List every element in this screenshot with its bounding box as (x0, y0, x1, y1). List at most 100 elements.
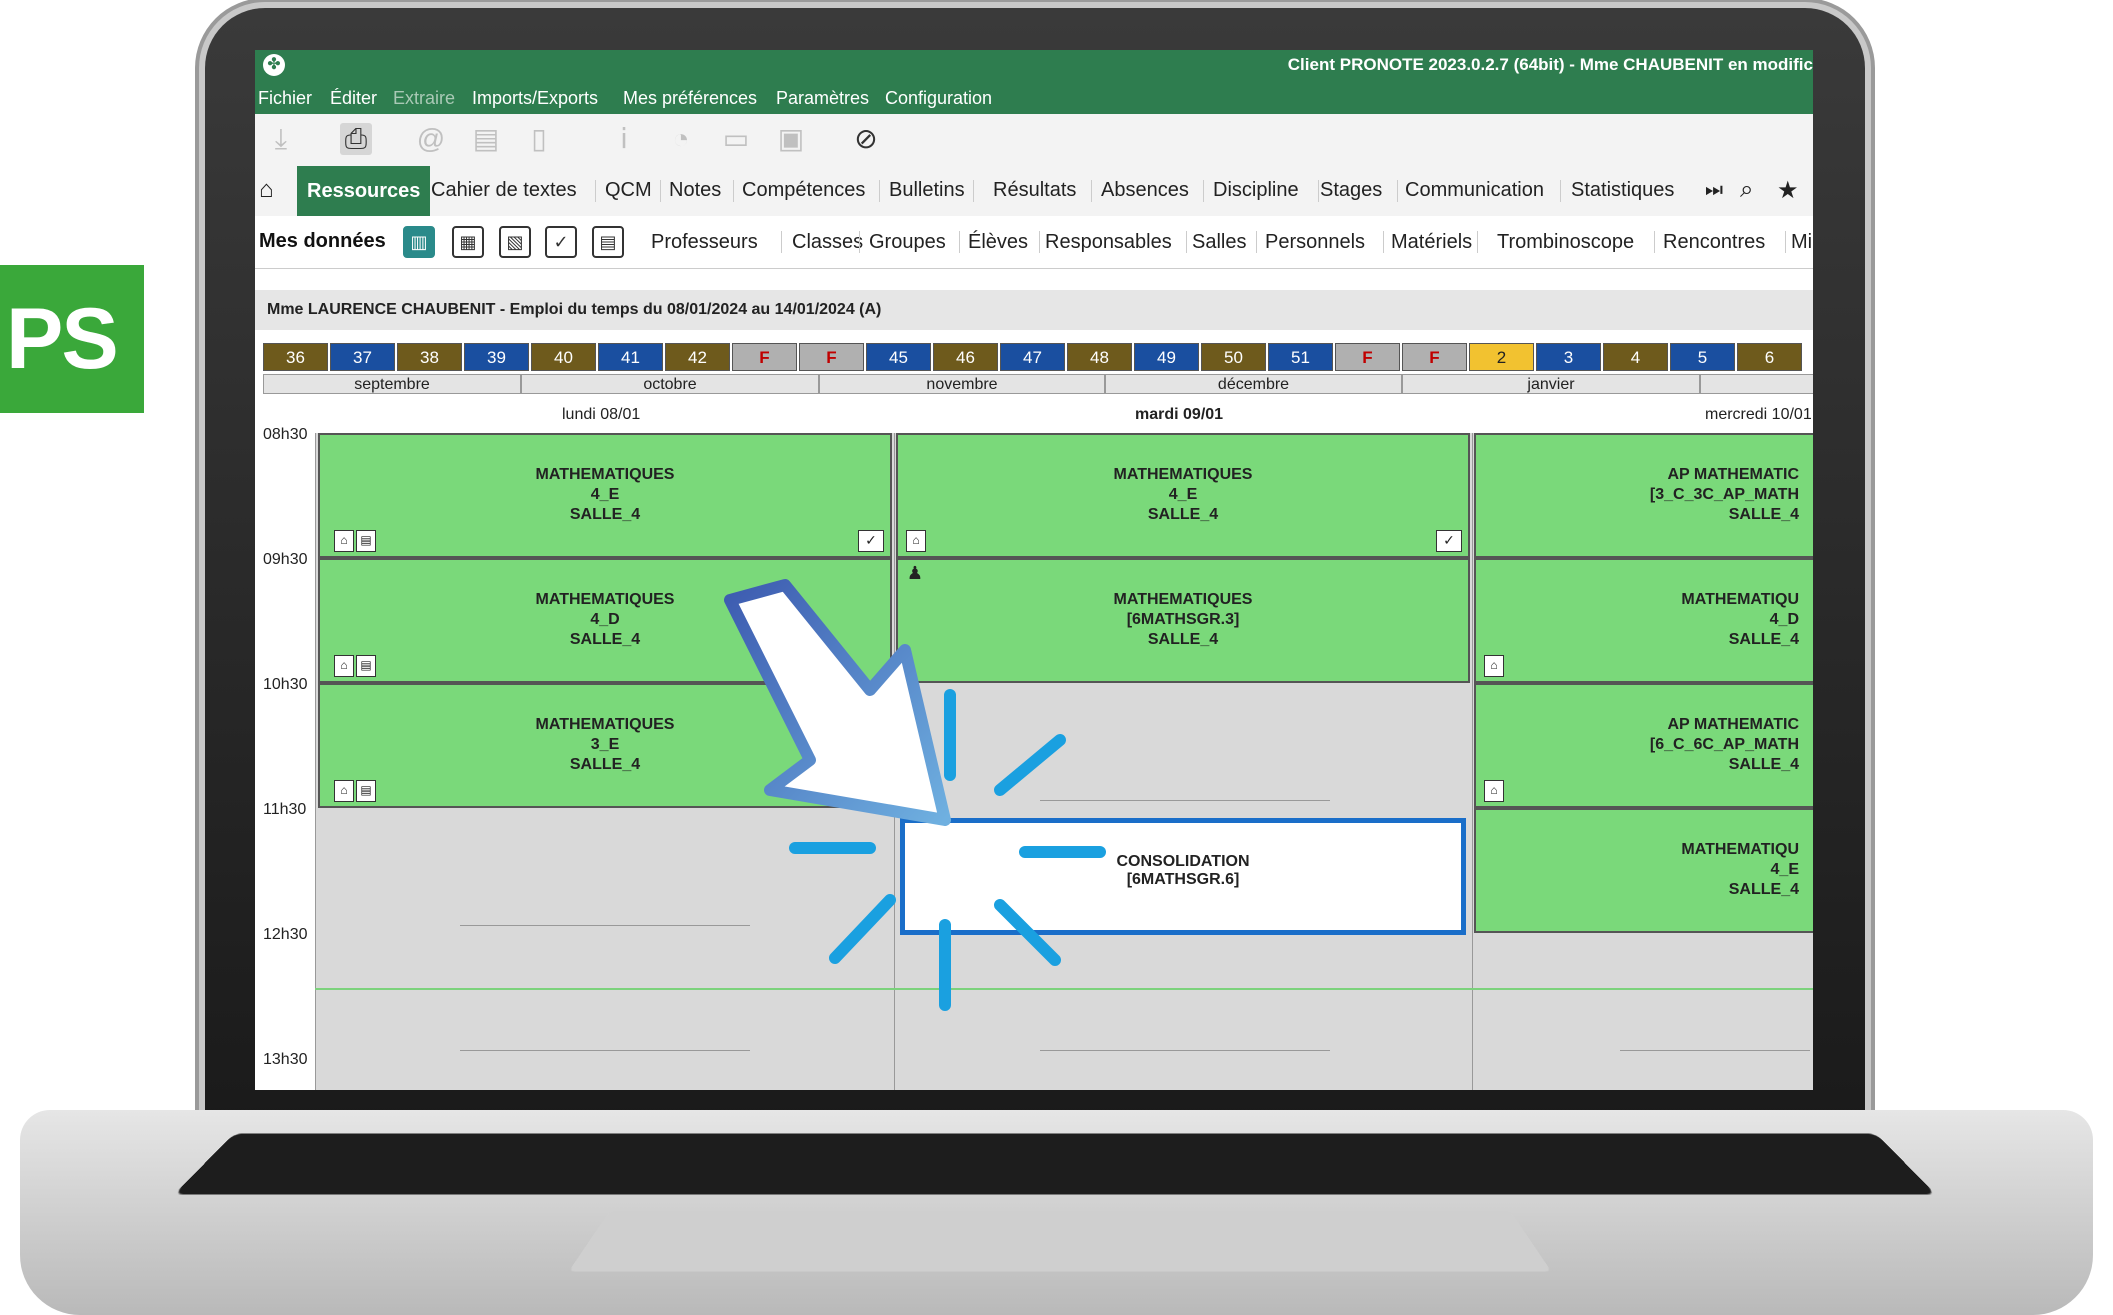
search-icon[interactable]: ⌕ (1740, 176, 1753, 204)
week-box-3[interactable]: 3 (1536, 343, 1601, 371)
week-box-41[interactable]: 41 (598, 343, 663, 371)
checklist-icon[interactable]: ✓ (545, 226, 577, 258)
tab-absences[interactable]: Absences (1101, 179, 1189, 202)
subtab-trombinoscope[interactable]: Trombinoscope (1497, 231, 1634, 254)
tab-statistiques[interactable]: Statistiques (1571, 179, 1674, 202)
message-icon[interactable]: ▭ (720, 123, 752, 155)
tab-resultats[interactable]: Résultats (993, 179, 1076, 202)
week-box-39[interactable]: 39 (464, 343, 529, 371)
subtab-responsables[interactable]: Responsables (1045, 231, 1172, 254)
document-icon[interactable]: ▤ (470, 123, 502, 155)
tab-competences[interactable]: Compétences (742, 179, 865, 202)
menu-mes-preferences[interactable]: Mes préférences (623, 88, 757, 109)
course-block[interactable]: MATHEMATIQU 4_D SALLE_4 ⌂ (1474, 558, 1813, 683)
empty-slot-line (460, 925, 750, 926)
week-box-37[interactable]: 37 (330, 343, 395, 371)
tab-communication[interactable]: Communication (1405, 179, 1544, 202)
course-block[interactable]: MATHEMATIQU 4_E SALLE_4 (1474, 808, 1813, 933)
week-box-48[interactable]: 48 (1067, 343, 1132, 371)
selected-course-consolidation[interactable]: CONSOLIDATION [6MATHSGR.6] (900, 818, 1466, 935)
week-box-51[interactable]: 51 (1268, 343, 1333, 371)
building-icon: ⌂ (334, 780, 354, 802)
menu-parametres[interactable]: Paramètres (776, 88, 869, 109)
day-header: mercredi 10/01 (1705, 406, 1812, 423)
sub-tabs: Mes données ▥ ▦ ▧ ✓ ▤ Professeurs Classe… (255, 216, 1813, 269)
tab-bulletins[interactable]: Bulletins (889, 179, 965, 202)
menu-configuration[interactable]: Configuration (885, 88, 992, 109)
week-box-F[interactable]: F (1335, 343, 1400, 371)
contact-card-icon[interactable]: ▤ (592, 226, 624, 258)
archive-icon[interactable]: ▣ (775, 123, 807, 155)
skip-end-icon[interactable]: ⏭ (1705, 179, 1723, 202)
subtab-more[interactable]: Mi (1791, 231, 1812, 254)
subtab-salles[interactable]: Salles (1192, 231, 1246, 254)
laptop-trackpad (568, 1210, 1552, 1272)
building-icon: ⌂ (334, 530, 354, 552)
course-block[interactable]: MATHEMATIQUES 3_E SALLE_4 ⌂ ▤ (318, 683, 892, 808)
day-header: mardi 09/01 (1135, 406, 1224, 423)
main-tabs: ⌂ Ressources Cahier de textes QCM Notes … (255, 166, 1813, 217)
print-icon[interactable]: ⎙ (340, 123, 372, 155)
subtab-personnels[interactable]: Personnels (1265, 231, 1365, 254)
week-box-40[interactable]: 40 (531, 343, 596, 371)
menu-editer[interactable]: Éditer (330, 88, 377, 109)
star-icon[interactable]: ★ (1777, 176, 1799, 205)
subtab-groupes[interactable]: Groupes (869, 231, 946, 254)
tab-stages[interactable]: Stages (1320, 179, 1382, 202)
time-label: 11h30 (263, 801, 307, 818)
week-box-36[interactable]: 36 (263, 343, 328, 371)
week-box-47[interactable]: 47 (1000, 343, 1065, 371)
tab-notes[interactable]: Notes (669, 179, 721, 202)
alert-icon[interactable]: ⊘ (850, 123, 882, 155)
building-icon: ⌂ (906, 530, 926, 552)
week-box-F[interactable]: F (799, 343, 864, 371)
week-box-6[interactable]: 6 (1737, 343, 1802, 371)
empty-slot-line (460, 1050, 750, 1051)
week-box-F[interactable]: F (732, 343, 797, 371)
course-block[interactable]: MATHEMATIQUES 4_E SALLE_4 ⌂ ▤ ✓ (318, 433, 892, 558)
course-block[interactable]: MATHEMATIQUES 4_D SALLE_4 ⌂ ▤ (318, 558, 892, 683)
week-box-45[interactable]: 45 (866, 343, 931, 371)
course-block[interactable]: ♟ MATHEMATIQUES [6MATHSGR.3] SALLE_4 (896, 558, 1470, 683)
week-box-49[interactable]: 49 (1134, 343, 1199, 371)
course-block[interactable]: AP MATHEMATIC [3_C_3C_AP_MATH SALLE_4 (1474, 433, 1813, 558)
subtab-eleves[interactable]: Élèves (968, 231, 1028, 254)
week-box-F[interactable]: F (1402, 343, 1467, 371)
week-box-38[interactable]: 38 (397, 343, 462, 371)
week-box-5[interactable]: 5 (1670, 343, 1735, 371)
mes-donnees-label[interactable]: Mes données (259, 230, 386, 253)
empty-slot-line (1620, 1050, 1810, 1051)
tab-qcm[interactable]: QCM (605, 179, 652, 202)
tab-discipline[interactable]: Discipline (1213, 179, 1299, 202)
week-box-50[interactable]: 50 (1201, 343, 1266, 371)
info-icon[interactable]: ⅰ (608, 123, 640, 155)
calendar-icon[interactable]: ▧ (499, 226, 531, 258)
week-box-42[interactable]: 42 (665, 343, 730, 371)
menu-imports-exports[interactable]: Imports/Exports (472, 88, 598, 109)
pie-chart-icon[interactable]: ◔ (665, 123, 697, 155)
subtab-classes[interactable]: Classes (792, 231, 863, 254)
course-block[interactable]: MATHEMATIQUES 4_E SALLE_4 ⌂ ✓ (896, 433, 1470, 558)
download-icon[interactable]: ⤓ (265, 123, 297, 155)
timetable-icon[interactable]: ▥ (403, 226, 435, 258)
building-icon: ⌂ (1484, 780, 1504, 802)
tab-cahier-de-textes[interactable]: Cahier de textes (431, 179, 577, 202)
menu-extraire[interactable]: Extraire (393, 88, 455, 109)
timetable-info-bar: Mme LAURENCE CHAUBENIT - Emploi du temps… (255, 290, 1813, 330)
laptop-keyboard (174, 1133, 1936, 1195)
phone-icon[interactable]: ▯ (523, 123, 555, 155)
week-box-4[interactable]: 4 (1603, 343, 1668, 371)
tab-ressources[interactable]: Ressources (297, 166, 431, 216)
timetable-title: Mme LAURENCE CHAUBENIT - Emploi du temps… (267, 301, 882, 318)
subtab-rencontres[interactable]: Rencontres (1663, 231, 1765, 254)
week-box-2[interactable]: 2 (1469, 343, 1534, 371)
course-block[interactable]: AP MATHEMATIC [6_C_6C_AP_MATH SALLE_4 ⌂ (1474, 683, 1813, 808)
building-icon: ⌂ (334, 655, 354, 677)
email-icon[interactable]: @ (415, 123, 447, 155)
week-box-46[interactable]: 46 (933, 343, 998, 371)
subtab-professeurs[interactable]: Professeurs (651, 231, 758, 254)
subtab-materiels[interactable]: Matériels (1391, 231, 1472, 254)
home-icon[interactable]: ⌂ (259, 176, 274, 204)
menu-fichier[interactable]: Fichier (258, 88, 312, 109)
planning-icon[interactable]: ▦ (452, 226, 484, 258)
